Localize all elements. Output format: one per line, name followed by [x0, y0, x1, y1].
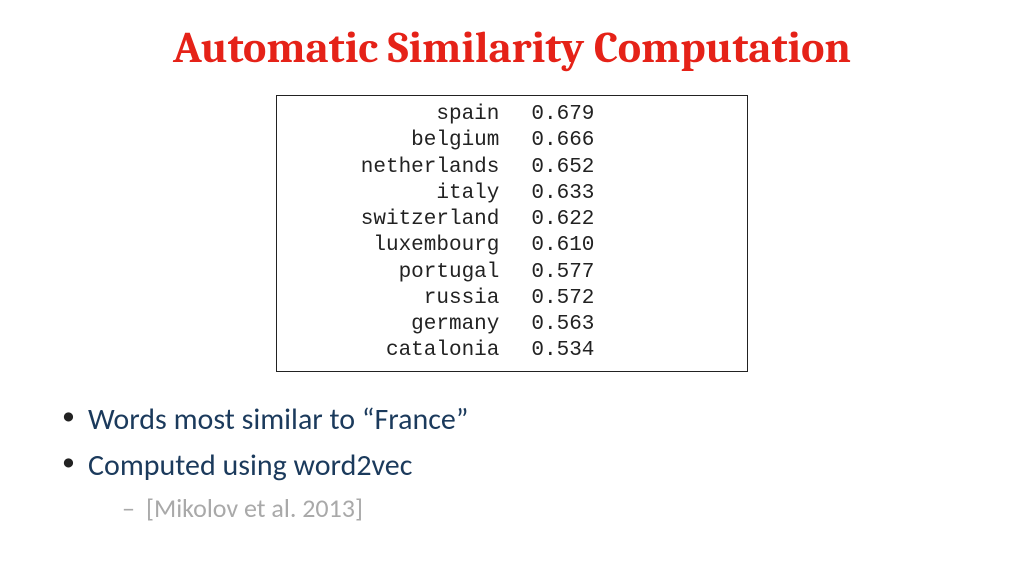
- bullet-text: Words most similar to “France”: [88, 401, 468, 438]
- table-row: catalonia 0.534: [277, 338, 747, 364]
- table-row: italy 0.633: [277, 181, 747, 207]
- word-cell: germany: [277, 312, 521, 338]
- bullet-item: Words most similar to “France”: [58, 400, 1024, 441]
- similarity-cell: 0.534: [521, 338, 747, 364]
- word-cell: catalonia: [277, 338, 521, 364]
- table-row: netherlands 0.652: [277, 155, 747, 181]
- slide-title: Automatic Similarity Computation: [0, 0, 1024, 73]
- table-row: luxembourg 0.610: [277, 233, 747, 259]
- similarity-cell: 0.679: [521, 102, 747, 128]
- table-row: switzerland 0.622: [277, 207, 747, 233]
- word-cell: belgium: [277, 128, 521, 154]
- table-row: germany 0.563: [277, 312, 747, 338]
- citation-text: [Mikolov et al. 2013]: [146, 492, 363, 524]
- table-row: russia 0.572: [277, 286, 747, 312]
- table-row: spain 0.679: [277, 102, 747, 128]
- word-cell: italy: [277, 181, 521, 207]
- similarity-cell: 0.610: [521, 233, 747, 259]
- bullet-list: Words most similar to “France” Computed …: [58, 400, 1024, 526]
- bullet-item: Computed using word2vec [Mikolov et al. …: [58, 446, 1024, 526]
- similarity-cell: 0.666: [521, 128, 747, 154]
- slide: Automatic Similarity Computation spain 0…: [0, 0, 1024, 576]
- similarity-cell: 0.633: [521, 181, 747, 207]
- bullet-text: Computed using word2vec: [88, 447, 412, 484]
- similarity-cell: 0.563: [521, 312, 747, 338]
- word-cell: netherlands: [277, 155, 521, 181]
- similarity-cell: 0.622: [521, 207, 747, 233]
- word-cell: luxembourg: [277, 233, 521, 259]
- similarity-table: spain 0.679 belgium 0.666 netherlands 0.…: [276, 95, 748, 372]
- similarity-cell: 0.572: [521, 286, 747, 312]
- word-cell: portugal: [277, 260, 521, 286]
- table-row: belgium 0.666: [277, 128, 747, 154]
- word-cell: russia: [277, 286, 521, 312]
- sub-bullet-list: [Mikolov et al. 2013]: [122, 491, 1024, 526]
- word-cell: spain: [277, 102, 521, 128]
- similarity-cell: 0.652: [521, 155, 747, 181]
- table-row: portugal 0.577: [277, 260, 747, 286]
- similarity-cell: 0.577: [521, 260, 747, 286]
- word-cell: switzerland: [277, 207, 521, 233]
- citation-item: [Mikolov et al. 2013]: [122, 491, 1024, 526]
